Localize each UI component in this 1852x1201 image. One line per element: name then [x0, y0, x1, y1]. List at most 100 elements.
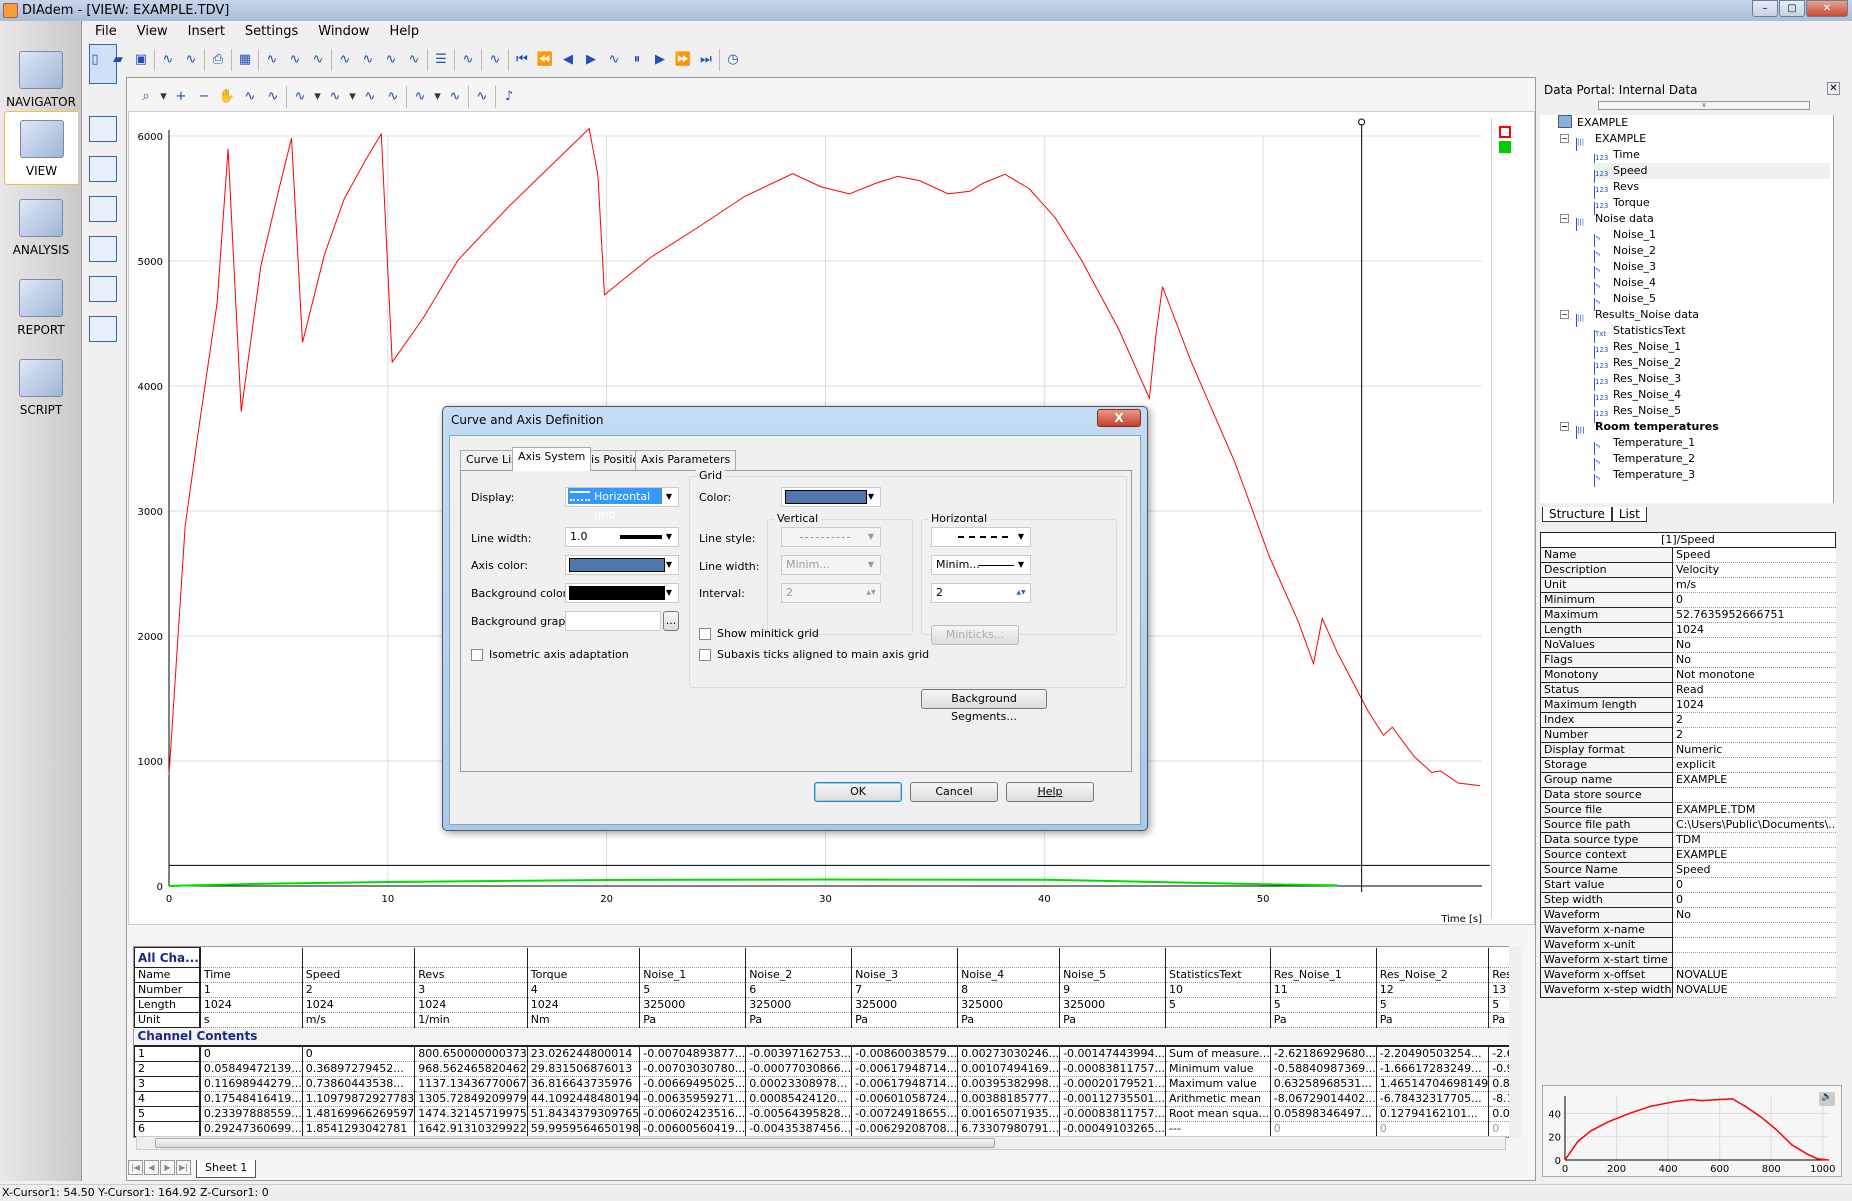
play-icon[interactable]: ▶	[581, 50, 601, 70]
tree-item[interactable]: Txt StatisticsText	[1594, 323, 1686, 343]
tree-item[interactable]: ∿ Noise_1	[1594, 227, 1656, 247]
tree-item[interactable]: 123 Revs	[1594, 179, 1639, 199]
value-cell[interactable]: -0.00020179521...	[1059, 1076, 1167, 1092]
property-value[interactable]: 0	[1673, 893, 1836, 908]
legend-red-curve-icon[interactable]	[1499, 126, 1511, 138]
show-minitick-checkbox[interactable]	[699, 628, 711, 640]
timer-icon[interactable]: ◷	[723, 50, 743, 70]
tree-item[interactable]: ∿ Noise_3	[1594, 259, 1656, 279]
value-cell[interactable]: -6.78432317705...	[1376, 1091, 1490, 1107]
print-view-icon[interactable]	[89, 316, 117, 342]
miniticks-button[interactable]: Miniticks...	[931, 625, 1019, 645]
value-cell[interactable]: 0	[199, 1045, 303, 1062]
tree-item[interactable]: 123 Res_Noise_5	[1594, 403, 1681, 423]
tree-item[interactable]: 123 Res_Noise_1	[1594, 339, 1681, 359]
property-value[interactable]: Velocity	[1673, 563, 1836, 578]
column-header-cell[interactable]	[639, 947, 747, 968]
horizontal-line-width-select[interactable]: Minim... ▼	[931, 555, 1031, 575]
property-value[interactable]: Speed	[1673, 548, 1836, 563]
new-icon[interactable]: ▯	[85, 50, 105, 70]
legend-green-curve-icon[interactable]	[1499, 141, 1511, 153]
channel-number-cell[interactable]: 11	[1270, 982, 1377, 998]
value-cell[interactable]: -1.66617283249...	[1376, 1061, 1490, 1077]
value-cell[interactable]: 51.8434379309765	[527, 1106, 641, 1122]
value-cell[interactable]: -0.00435387456...	[745, 1121, 853, 1137]
tab-axis-parameters[interactable]: Axis Parameters	[635, 450, 737, 470]
crosshair-icon[interactable]: ∿	[445, 87, 465, 107]
value-cell[interactable]: 0.00107494169...	[957, 1061, 1061, 1077]
value-cell[interactable]: Root mean squa...	[1165, 1106, 1271, 1122]
dropdown-icon[interactable]: ▾	[159, 87, 168, 107]
value-cell[interactable]: 0	[1376, 1121, 1490, 1137]
value-cell[interactable]: 0.00023308978...	[745, 1076, 853, 1092]
property-value[interactable]: No	[1673, 653, 1836, 668]
channel-length-cell[interactable]: 1024	[527, 997, 641, 1013]
tab-axis-system[interactable]: Axis System	[512, 447, 592, 471]
layout-mixed-icon[interactable]	[89, 276, 117, 302]
value-cell[interactable]: -0.00601058724...	[851, 1091, 959, 1107]
channel-unit-cell[interactable]	[1165, 1012, 1271, 1028]
background-graphic-input[interactable]	[565, 611, 661, 631]
column-header-cell[interactable]	[414, 947, 528, 968]
tree-item[interactable]: 123 Speed	[1594, 163, 1830, 183]
grid-color-select[interactable]: ▼	[781, 487, 881, 507]
nav-view[interactable]: VIEW	[4, 111, 78, 185]
background-segments-button[interactable]: Background Segments...	[921, 689, 1047, 723]
sound-icon[interactable]: ♪	[499, 87, 519, 107]
background-color-select[interactable]: ▼	[565, 583, 679, 603]
cursor-handle[interactable]	[1358, 118, 1366, 126]
value-cell[interactable]: Arithmetic mean	[1165, 1091, 1271, 1107]
channel-unit-cell[interactable]: m/s	[302, 1012, 416, 1028]
properties-icon[interactable]: ∿	[158, 50, 178, 70]
line-width-select[interactable]: 1.0 ▼	[565, 527, 679, 547]
scrollbar-thumb[interactable]	[155, 1138, 995, 1148]
value-cell[interactable]: 0.63258968531...	[1270, 1076, 1377, 1092]
cursor-band-icon[interactable]: ∿	[308, 50, 328, 70]
property-value[interactable]: 0	[1673, 878, 1836, 893]
value-cell[interactable]: -0.00147443994...	[1059, 1045, 1167, 1062]
prev-sheet-icon[interactable]: ◀	[144, 1160, 159, 1175]
tree-item[interactable]: 123 Res_Noise_2	[1594, 355, 1681, 375]
marker-icon[interactable]: ∿	[335, 50, 355, 70]
value-cell[interactable]: -0.00049103265...	[1059, 1121, 1167, 1137]
value-cell[interactable]: 6.73307980791...	[957, 1121, 1061, 1137]
channel-name-cell[interactable]: Speed	[302, 967, 416, 983]
channel-number-cell[interactable]: 9	[1059, 982, 1167, 998]
value-cell[interactable]: 1305.72849209979	[414, 1091, 528, 1107]
channel-length-cell[interactable]: 325000	[745, 997, 853, 1013]
channel-number-cell[interactable]: 2	[302, 982, 416, 998]
collapse-icon[interactable]: −	[1560, 310, 1569, 319]
channel-number-cell[interactable]: 12	[1376, 982, 1490, 998]
row-number[interactable]: 2	[134, 1060, 201, 1077]
restore-button[interactable]: ▢	[1779, 0, 1805, 17]
column-header-cell[interactable]	[527, 947, 641, 968]
row-number[interactable]: 5	[134, 1105, 201, 1122]
value-cell[interactable]: -0.00724918655...	[851, 1106, 959, 1122]
reset-zoom-icon[interactable]: ∿	[240, 87, 260, 107]
column-header-cell[interactable]	[1059, 947, 1167, 968]
channel-unit-cell[interactable]: 1/min	[414, 1012, 528, 1028]
value-cell[interactable]: 0.36897279452...	[302, 1061, 416, 1077]
value-cell[interactable]: 0.00273030246...	[957, 1045, 1061, 1062]
table-vertical-scrollbar[interactable]	[1509, 946, 1523, 1138]
value-cell[interactable]: 0.12794162101...	[1376, 1106, 1490, 1122]
delete-curve-icon[interactable]: ∿	[458, 50, 478, 70]
close-button[interactable]: ✕	[1806, 0, 1848, 17]
axis-color-select[interactable]: ▼	[565, 555, 679, 575]
sheet-tab[interactable]: Sheet 1	[196, 1160, 257, 1178]
channel-number-cell[interactable]: 3	[414, 982, 528, 998]
layout-2-icon[interactable]	[89, 196, 117, 222]
value-cell[interactable]: 968.562465820462	[414, 1061, 528, 1077]
channel-unit-cell[interactable]: Pa	[745, 1012, 853, 1028]
value-cell[interactable]: 44.1092448480194	[527, 1091, 641, 1107]
calculator-icon[interactable]: ▦	[235, 50, 255, 70]
tree-item[interactable]: ∿ Temperature_3	[1594, 467, 1695, 487]
value-cell[interactable]: 1.48169966269597	[302, 1106, 416, 1122]
channel-length-cell[interactable]: 1024	[199, 997, 303, 1013]
value-cell[interactable]: -0.00112735501...	[1059, 1091, 1167, 1107]
channel-name-cell[interactable]: Time	[199, 967, 303, 983]
zoom-in-icon[interactable]: +	[171, 87, 191, 107]
property-value[interactable]	[1673, 788, 1836, 803]
marker-point-icon[interactable]: ∿	[404, 50, 424, 70]
channel-name-cell[interactable]: Noise_2	[745, 967, 853, 983]
